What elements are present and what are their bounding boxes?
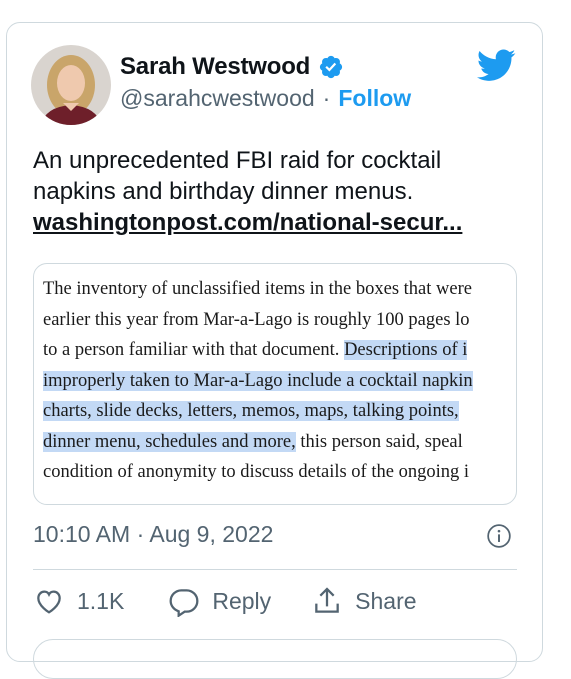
author-handle[interactable]: @sarahcwestwood (120, 85, 315, 112)
embedded-article-image[interactable]: The inventory of unclassified items in t… (33, 263, 517, 505)
reply-bubble-icon (169, 589, 199, 617)
info-icon[interactable] (486, 523, 512, 549)
follow-button[interactable]: Follow (338, 85, 411, 112)
article-text: to a person familiar with that document. (43, 340, 345, 360)
article-line: condition of anonymity to discuss detail… (43, 457, 516, 488)
article-text: this person said, speal (295, 431, 463, 452)
author-handle-row: @sarahcwestwood · Follow (120, 85, 411, 112)
tweet-body: An unprecedented FBI raid for cocktail n… (33, 145, 513, 238)
article-line: charts, slide decks, letters, memos, map… (43, 396, 516, 427)
article-text: The inventory of unclassified items in t… (43, 279, 472, 299)
article-text: condition of anonymity to discuss detail… (43, 462, 469, 482)
like-button[interactable]: 1.1K (33, 585, 124, 617)
divider (33, 569, 517, 570)
article-line: earlier this year from Mar-a-Lago is rou… (43, 305, 516, 336)
reply-label: Reply (212, 587, 272, 614)
like-count: 1.1K (77, 587, 125, 614)
author-name[interactable]: Sarah Westwood (120, 53, 310, 81)
share-label: Share (355, 587, 417, 614)
twitter-bird-icon[interactable] (476, 45, 516, 85)
heart-icon (37, 590, 61, 614)
author-name-row: Sarah Westwood (120, 53, 344, 81)
share-button[interactable]: Share (311, 585, 417, 617)
read-replies-button[interactable] (33, 639, 517, 679)
highlighted-text: charts, slide decks, letters, memos, map… (43, 401, 459, 421)
reply-button[interactable]: Reply (168, 585, 271, 617)
highlighted-text: Descriptions of i (344, 340, 468, 360)
tweet-timestamp[interactable]: 10:10 AM · Aug 9, 2022 (33, 521, 273, 548)
article-line: The inventory of unclassified items in t… (43, 274, 516, 305)
avatar-image (31, 45, 111, 125)
article-link[interactable]: washingtonpost.com/national-secur... (33, 207, 513, 238)
article-line: dinner menu, schedules and more, this pe… (43, 427, 516, 458)
tweet-card: Sarah Westwood @sarahcwestwood · Follow … (6, 22, 543, 679)
tweet-text: An unprecedented FBI raid for cocktail n… (33, 147, 442, 205)
article-line: to a person familiar with that document.… (43, 335, 516, 366)
embedded-article-text: The inventory of unclassified items in t… (43, 274, 516, 488)
article-line: improperly taken to Mar-a-Lago include a… (43, 366, 516, 397)
separator-dot: · (322, 85, 331, 111)
highlighted-text: dinner menu, schedules and more, (43, 431, 296, 452)
verified-badge-icon (320, 55, 343, 79)
action-bar: 1.1K Reply Share (33, 585, 417, 617)
article-text: earlier this year from Mar-a-Lago is rou… (43, 309, 470, 330)
avatar[interactable] (31, 45, 111, 125)
share-icon (315, 587, 339, 613)
highlighted-text: improperly taken to Mar-a-Lago include a… (43, 370, 473, 391)
